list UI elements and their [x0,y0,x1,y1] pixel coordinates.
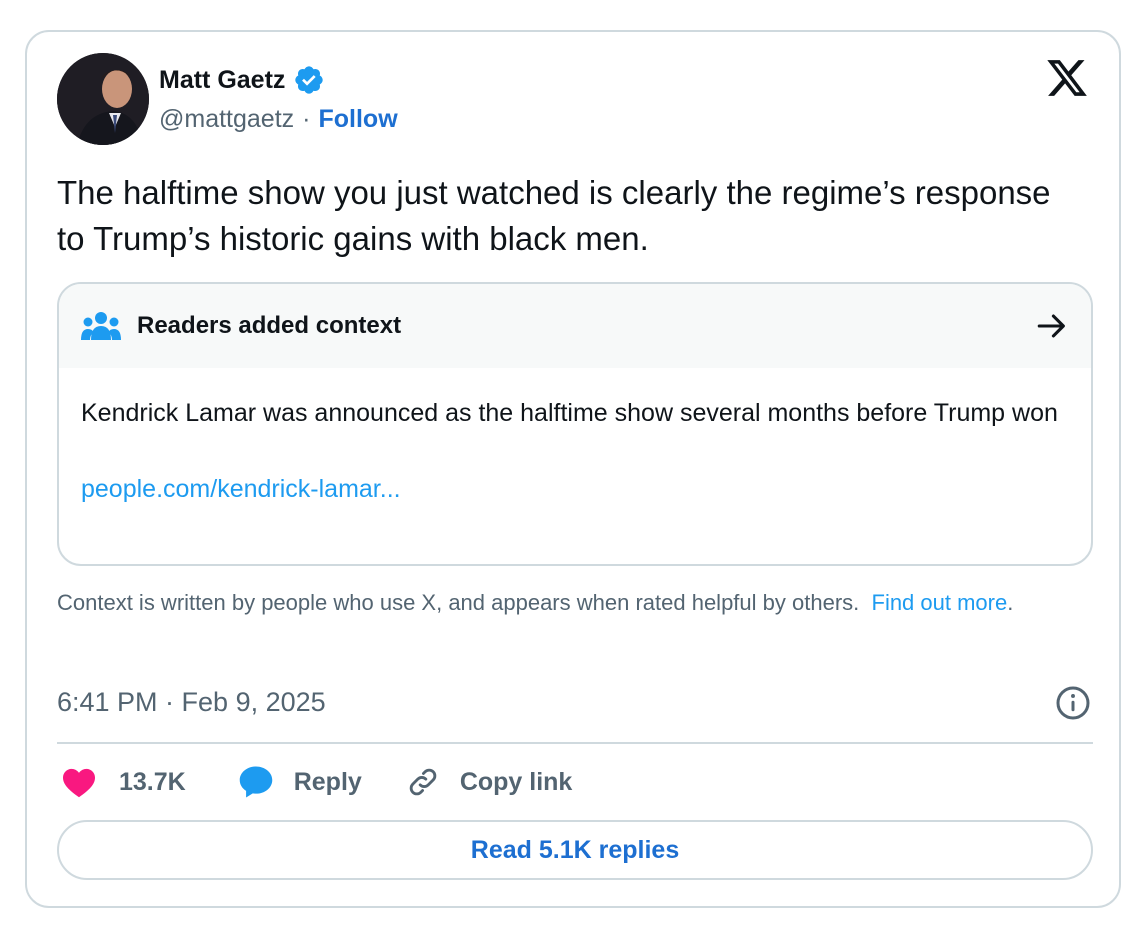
author-name[interactable]: Matt Gaetz [159,66,285,95]
community-note-text: Kendrick Lamar was announced as the half… [81,399,1058,427]
info-icon[interactable] [1055,685,1091,721]
x-logo-icon[interactable] [1045,56,1089,100]
like-count: 13.7K [119,767,186,796]
follow-button[interactable]: Follow [318,105,397,134]
speech-bubble-icon [239,766,272,798]
reply-button[interactable]: Reply [238,765,362,799]
author-name-row: Matt Gaetz [159,64,325,96]
tweet-text: The halftime show you just watched is cl… [57,174,1051,257]
disclaimer-text: Context is written by people who use X, … [57,590,860,615]
author-handle[interactable]: @mattgaetz [159,105,294,134]
arrow-right-icon[interactable] [1035,309,1069,343]
community-note-body: Kendrick Lamar was announced as the half… [59,368,1091,508]
community-note-header[interactable]: Readers added context [59,284,1091,368]
reply-label: Reply [293,767,362,796]
tweet-card: Matt Gaetz @mattgaetz · Follow The halft… [25,30,1121,908]
like-button[interactable]: 13.7K [61,766,186,798]
avatar-portrait [57,53,149,145]
link-icon [409,768,437,796]
community-note-disclaimer: Context is written by people who use X, … [57,588,1067,618]
copy-link-button[interactable]: Copy link [406,765,573,799]
disclaimer-trailing: . [1007,590,1014,615]
read-replies-button[interactable]: Read 5.1K replies [57,820,1093,880]
avatar[interactable] [57,53,149,145]
heart-icon [63,768,95,798]
community-note-title: Readers added context [137,312,402,339]
verified-badge-icon [295,66,324,94]
divider [57,742,1093,744]
author-handle-row: @mattgaetz · Follow [159,105,398,134]
copy-link-label: Copy link [459,767,573,796]
community-note-link[interactable]: people.com/kendrick-lamar... [81,470,1069,508]
community-note: Readers added context Kendrick Lamar was… [57,282,1093,566]
action-bar: 13.7K Reply Copy link [61,762,572,802]
people-group-icon [81,312,121,340]
separator-dot: · [302,105,311,133]
find-out-more-link[interactable]: Find out more [872,590,1008,615]
tweet-timestamp[interactable]: 6:41 PM · Feb 9, 2025 [57,687,326,718]
